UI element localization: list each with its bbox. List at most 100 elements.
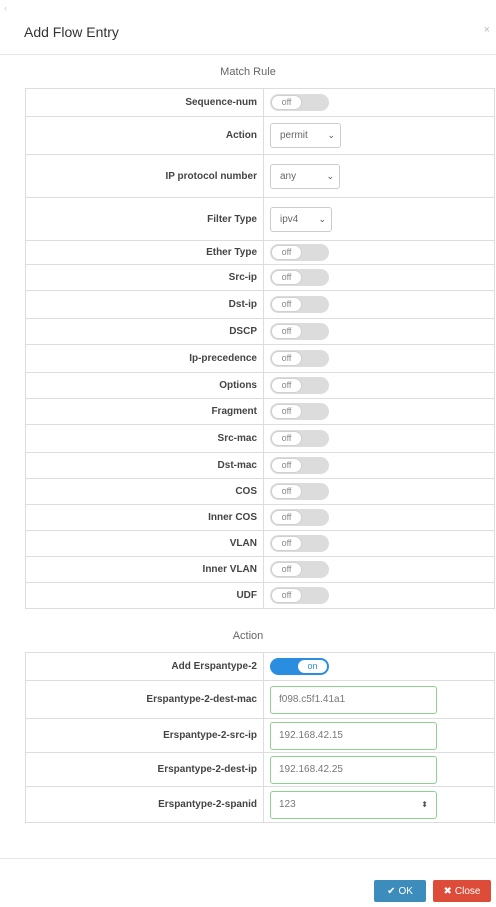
- field-control-cell: off: [263, 88, 495, 117]
- toggle-knob: off: [271, 403, 302, 419]
- cos-toggle[interactable]: off: [270, 482, 329, 500]
- toggle-knob: off: [271, 561, 302, 577]
- input-value: f098.c5f1.41a1: [279, 694, 346, 705]
- dst-ip-toggle[interactable]: off: [270, 295, 329, 313]
- field-label-ip-precedence: Ip-precedence: [25, 344, 264, 373]
- ip-precedence-toggle[interactable]: off: [270, 349, 329, 367]
- table-row: Erspantype-2-dest-ip 192.168.42.25: [25, 752, 495, 787]
- erspantype-2-dest-mac-field[interactable]: f098.c5f1.41a1: [270, 685, 437, 714]
- erspantype-2-spanid-stepper[interactable]: 123 ⬍: [270, 790, 437, 819]
- toggle-knob: off: [271, 244, 302, 260]
- field-control-cell: 192.168.42.15: [263, 718, 495, 753]
- table-row: Ip-precedence off: [25, 344, 495, 373]
- field-control-cell: off: [263, 318, 495, 345]
- field-label-ip-protocol-number: IP protocol number: [25, 154, 264, 198]
- field-control-cell: on: [263, 652, 495, 681]
- ok-label: OK: [398, 885, 413, 897]
- input-value: 123: [279, 799, 296, 810]
- toggle-knob: off: [271, 94, 302, 110]
- table-row: Filter Type ipv4 ⌄: [25, 197, 495, 241]
- table-row: Inner VLAN off: [25, 556, 495, 583]
- table-row: Options off: [25, 372, 495, 399]
- filter-type-select[interactable]: ipv4 ⌄: [270, 206, 332, 232]
- dscp-toggle[interactable]: off: [270, 322, 329, 340]
- erspantype-2-dest-ip-field[interactable]: 192.168.42.25: [270, 755, 437, 784]
- table-row: Src-ip off: [25, 264, 495, 291]
- field-label-erspantype-2-src-ip: Erspantype-2-src-ip: [25, 718, 264, 753]
- ether-type-toggle[interactable]: off: [270, 243, 329, 261]
- table-row: Erspantype-2-dest-mac f098.c5f1.41a1: [25, 680, 495, 719]
- action-heading: Action: [232, 630, 264, 642]
- add-erspantype-2-toggle[interactable]: on: [270, 657, 329, 675]
- toggle-knob: off: [271, 483, 302, 499]
- table-row: Action permit ⌄: [25, 116, 495, 155]
- table-row: Src-mac off: [25, 424, 495, 453]
- table-row: Fragment off: [25, 398, 495, 425]
- field-control-cell: permit ⌄: [263, 116, 495, 155]
- modal-title: Add Flow Entry: [24, 24, 119, 40]
- toggle-knob: off: [271, 377, 302, 393]
- chevron-down-icon: ⌄: [327, 130, 335, 140]
- field-label-src-ip: Src-ip: [25, 264, 264, 291]
- table-row: Erspantype-2-spanid 123 ⬍: [25, 786, 495, 823]
- table-row: Inner COS off: [25, 504, 495, 531]
- field-control-cell: off: [263, 582, 495, 609]
- field-label-options: Options: [25, 372, 264, 399]
- spinner-icon[interactable]: ⬍: [421, 800, 428, 809]
- field-label-ether-type: Ether Type: [25, 240, 264, 265]
- erspantype-2-src-ip-field[interactable]: 192.168.42.15: [270, 721, 437, 750]
- field-control-cell: off: [263, 530, 495, 557]
- table-row: DSCP off: [25, 318, 495, 345]
- close-button[interactable]: ✖ Close: [433, 880, 491, 902]
- fragment-toggle[interactable]: off: [270, 402, 329, 420]
- field-control-cell: f098.c5f1.41a1: [263, 680, 495, 719]
- table-row: IP protocol number any ⌄: [25, 154, 495, 198]
- toggle-knob: off: [271, 296, 302, 312]
- modal-header: ‹ Add Flow Entry ×: [0, 0, 496, 55]
- field-label-dst-mac: Dst-mac: [25, 452, 264, 479]
- field-label-dst-ip: Dst-ip: [25, 290, 264, 319]
- table-row: Erspantype-2-src-ip 192.168.42.15: [25, 718, 495, 753]
- toggle-knob: on: [297, 658, 328, 674]
- match-rule-table: Sequence-num off Action permit ⌄ IP protocol …: [25, 88, 495, 609]
- field-label-src-mac: Src-mac: [25, 424, 264, 453]
- options-toggle[interactable]: off: [270, 376, 329, 394]
- field-control-cell: 123 ⬍: [263, 786, 495, 823]
- src-mac-toggle[interactable]: off: [270, 429, 329, 447]
- table-row: Dst-mac off: [25, 452, 495, 479]
- field-control-cell: off: [263, 290, 495, 319]
- toggle-knob: off: [271, 269, 302, 285]
- close-label: Close: [454, 885, 481, 897]
- field-control-cell: off: [263, 344, 495, 373]
- field-control-cell: off: [263, 264, 495, 291]
- match-rule-heading: Match Rule: [220, 66, 276, 78]
- field-control-cell: off: [263, 372, 495, 399]
- field-label-erspantype-2-dest-mac: Erspantype-2-dest-mac: [25, 680, 264, 719]
- field-control-cell: any ⌄: [263, 154, 495, 198]
- action-table: Add Erspantype-2 on Erspantype-2-dest-mac f…: [25, 652, 495, 823]
- ok-button[interactable]: ✔ OK: [374, 880, 426, 902]
- field-label-erspantype-2-dest-ip: Erspantype-2-dest-ip: [25, 752, 264, 787]
- table-row: COS off: [25, 478, 495, 505]
- vlan-toggle[interactable]: off: [270, 534, 329, 552]
- field-label-sequence-num: Sequence-num: [25, 88, 264, 117]
- field-control-cell: off: [263, 240, 495, 265]
- close-icon[interactable]: ×: [484, 24, 490, 36]
- field-label-inner-vlan: Inner VLAN: [25, 556, 264, 583]
- inner-vlan-toggle[interactable]: off: [270, 560, 329, 578]
- x-icon: ✖: [443, 885, 452, 897]
- ip-protocol-number-select[interactable]: any ⌄: [270, 163, 340, 189]
- dst-mac-toggle[interactable]: off: [270, 456, 329, 474]
- field-label-dscp: DSCP: [25, 318, 264, 345]
- udf-toggle[interactable]: off: [270, 586, 329, 604]
- src-ip-toggle[interactable]: off: [270, 268, 329, 286]
- footer-divider: [0, 858, 496, 859]
- field-label-fragment: Fragment: [25, 398, 264, 425]
- field-label-udf: UDF: [25, 582, 264, 609]
- toggle-knob: off: [271, 509, 302, 525]
- action-select[interactable]: permit ⌄: [270, 123, 341, 148]
- table-row: Dst-ip off: [25, 290, 495, 319]
- inner-cos-toggle[interactable]: off: [270, 508, 329, 526]
- sequence-num-toggle[interactable]: off: [270, 93, 329, 111]
- field-control-cell: off: [263, 424, 495, 453]
